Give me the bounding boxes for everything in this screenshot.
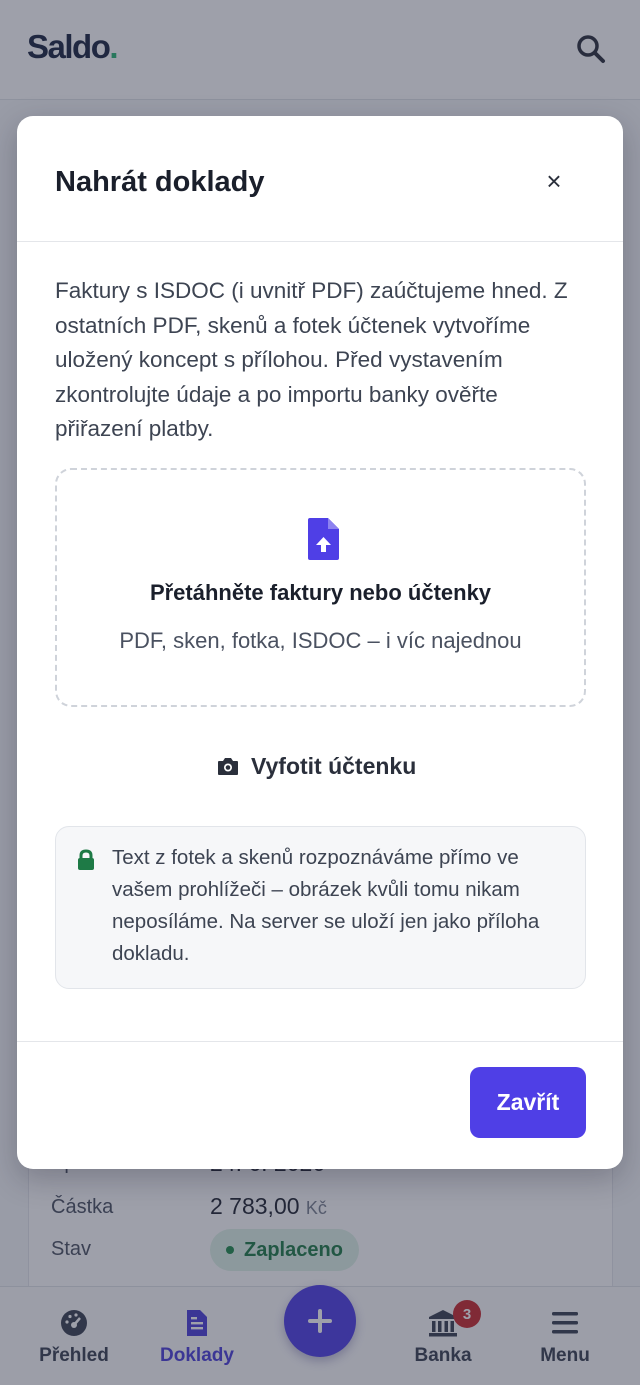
take-photo-button[interactable]: Vyfotit účtenku [217, 746, 416, 786]
close-icon[interactable]: × [539, 166, 569, 196]
take-photo-label: Vyfotit účtenku [251, 752, 417, 779]
dialog-title: Nahrát doklady [55, 166, 265, 198]
file-upload-icon [306, 517, 340, 561]
privacy-note-text: Text z fotek a skenů rozpoznáváme přímo … [112, 846, 540, 965]
privacy-note: Text z fotek a skenů rozpoznáváme přímo … [55, 826, 586, 989]
camera-icon [218, 758, 238, 775]
dialog-description: Faktury s ISDOC (i uvnitř PDF) zaúčtujem… [55, 278, 568, 441]
dropzone-title: Přetáhněte faktury nebo účtenky [149, 580, 492, 605]
header-divider [17, 241, 623, 242]
dropzone-subtitle: PDF, sken, fotka, ISDOC – i víc najednou [119, 628, 522, 653]
file-dropzone[interactable]: Přetáhněte faktury nebo účtenky PDF, ske… [55, 468, 586, 707]
close-button[interactable]: Zavřít [470, 1067, 586, 1138]
lock-icon [75, 849, 97, 871]
upload-documents-dialog: Nahrát doklady × Faktury s ISDOC (i uvni… [17, 116, 623, 1169]
footer-divider [17, 1041, 623, 1042]
